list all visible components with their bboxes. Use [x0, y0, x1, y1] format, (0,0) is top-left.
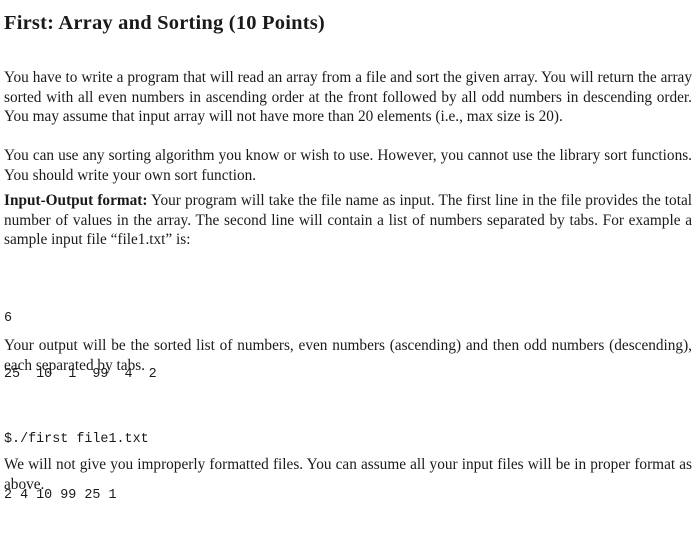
sample-input-count: 6 [4, 311, 13, 326]
sample-command: $./first file1.txt [4, 432, 149, 447]
intro-paragraph: You have to write a program that will re… [4, 69, 692, 125]
document-page: First: Array and Sorting (10 Points) You… [0, 0, 700, 503]
algorithm-paragraph: You can use any sorting algorithm you kn… [4, 147, 692, 184]
input-output-format-paragraph: Input-Output format: Your program will t… [4, 191, 692, 250]
section-heading: First: Array and Sorting (10 Points) [4, 12, 325, 34]
closing-paragraph: We will not give you improperly formatte… [4, 456, 692, 493]
format-label: Input-Output format: [4, 192, 148, 209]
output-paragraph: Your output will be the sorted list of n… [4, 337, 692, 374]
